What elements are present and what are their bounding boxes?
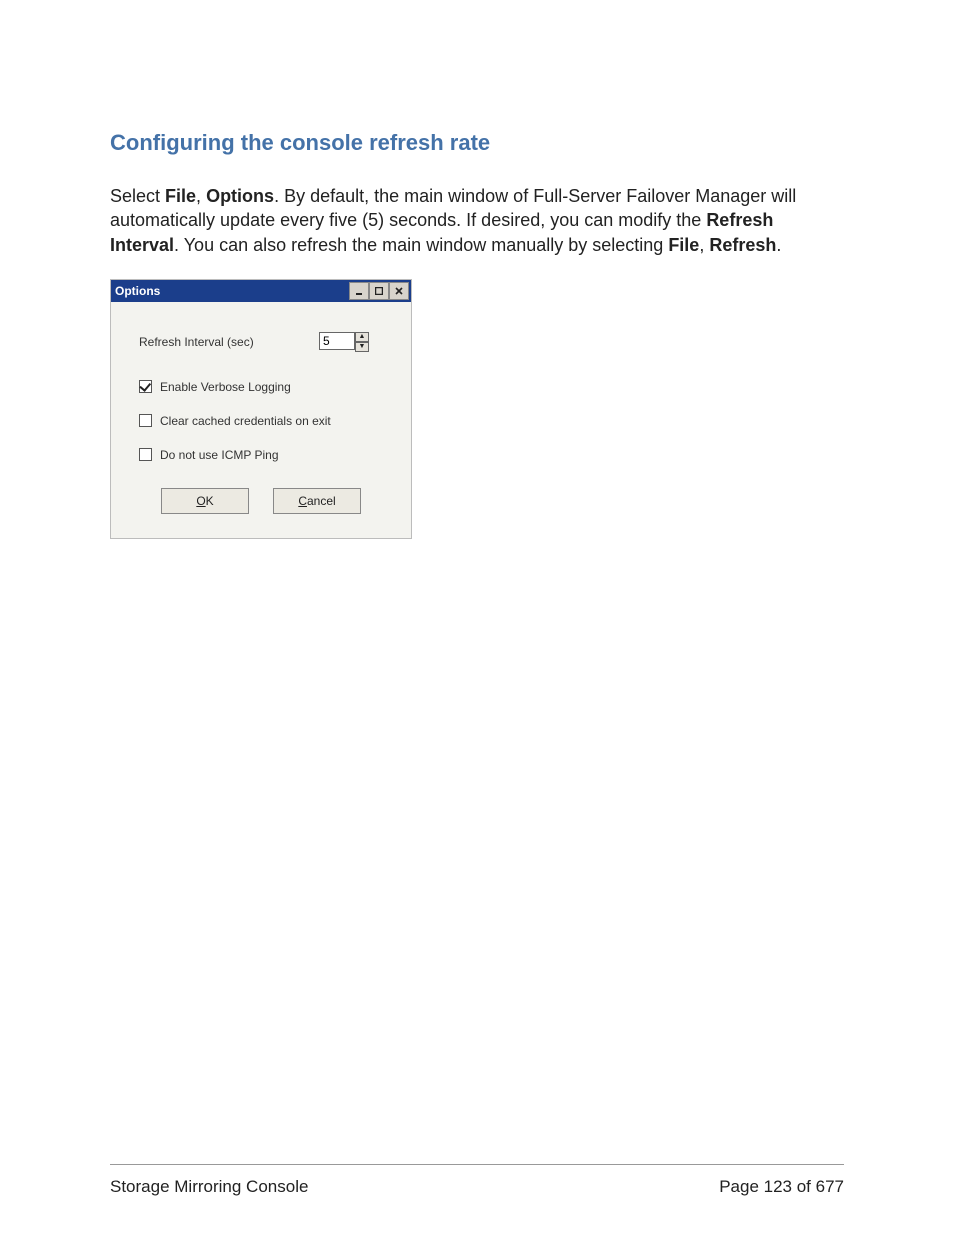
- cancel-button[interactable]: Cancel: [273, 488, 361, 514]
- maximize-button[interactable]: [369, 282, 389, 300]
- icmp-checkbox[interactable]: [139, 448, 152, 461]
- footer-left: Storage Mirroring Console: [110, 1177, 308, 1197]
- spinner-down-button[interactable]: ▼: [355, 342, 369, 352]
- spinner-up-button[interactable]: ▲: [355, 332, 369, 342]
- text: . You can also refresh the main window m…: [174, 235, 668, 255]
- text: .: [776, 235, 781, 255]
- cancel-rest: ancel: [307, 494, 336, 508]
- menu-options: Options: [206, 186, 274, 206]
- close-button[interactable]: [389, 282, 409, 300]
- dialog-button-row: OK Cancel: [139, 488, 383, 514]
- maximize-icon: [375, 287, 383, 295]
- dialog-body: Refresh Interval (sec) ▲ ▼ Enable Verbos…: [111, 302, 411, 538]
- window-controls: [349, 282, 409, 300]
- options-dialog: Options Refresh Interval (sec): [110, 279, 412, 539]
- verbose-logging-label: Enable Verbose Logging: [160, 380, 291, 394]
- verbose-logging-checkbox[interactable]: [139, 380, 152, 393]
- clear-credentials-checkbox[interactable]: [139, 414, 152, 427]
- minimize-icon: [355, 287, 363, 295]
- intro-paragraph: Select File, Options. By default, the ma…: [110, 184, 844, 257]
- dialog-titlebar[interactable]: Options: [111, 280, 411, 302]
- menu-file: File: [165, 186, 196, 206]
- minimize-button[interactable]: [349, 282, 369, 300]
- clear-credentials-row[interactable]: Clear cached credentials on exit: [139, 414, 383, 428]
- ok-accel: O: [196, 494, 205, 508]
- clear-credentials-label: Clear cached credentials on exit: [160, 414, 331, 428]
- refresh-interval-row: Refresh Interval (sec) ▲ ▼: [139, 332, 383, 352]
- dialog-title: Options: [115, 284, 160, 298]
- text: ,: [196, 186, 206, 206]
- refresh-interval-spinner[interactable]: ▲ ▼: [319, 332, 369, 352]
- section-heading: Configuring the console refresh rate: [110, 130, 844, 156]
- text: Select: [110, 186, 165, 206]
- refresh-interval-label: Refresh Interval (sec): [139, 335, 319, 349]
- ok-rest: K: [206, 494, 214, 508]
- cancel-accel: C: [298, 494, 307, 508]
- ok-button[interactable]: OK: [161, 488, 249, 514]
- page-footer: Storage Mirroring Console Page 123 of 67…: [110, 1164, 844, 1197]
- menu-file: File: [668, 235, 699, 255]
- footer-right: Page 123 of 677: [719, 1177, 844, 1197]
- menu-refresh: Refresh: [709, 235, 776, 255]
- verbose-logging-row[interactable]: Enable Verbose Logging: [139, 380, 383, 394]
- close-icon: [395, 287, 403, 295]
- icmp-row[interactable]: Do not use ICMP Ping: [139, 448, 383, 462]
- text: ,: [699, 235, 709, 255]
- icmp-label: Do not use ICMP Ping: [160, 448, 279, 462]
- refresh-interval-input[interactable]: [319, 332, 355, 350]
